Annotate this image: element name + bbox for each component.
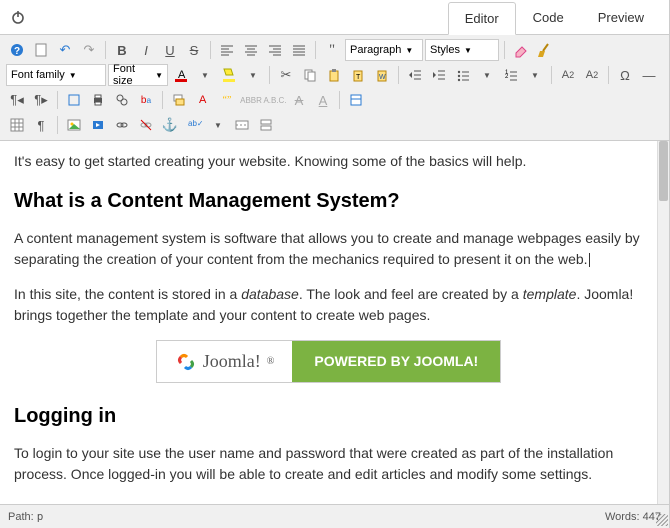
bold-button[interactable]: B <box>111 39 133 61</box>
text-cursor <box>589 253 590 267</box>
ollist-caret-icon[interactable]: ▼ <box>524 64 546 86</box>
ullist-caret-icon[interactable]: ▼ <box>476 64 498 86</box>
layer-icon[interactable] <box>168 89 190 111</box>
del-icon[interactable]: A <box>288 89 310 111</box>
paste-icon[interactable] <box>323 64 345 86</box>
view-tabs: Editor Code Preview <box>448 0 661 34</box>
italic-button[interactable]: I <box>135 39 157 61</box>
joomla-logo-text: Joomla! <box>203 348 261 375</box>
blockquote-icon[interactable]: " <box>321 39 343 61</box>
fontsize-value: Font size <box>113 63 151 87</box>
hr-icon[interactable]: — <box>638 64 660 86</box>
superscript-icon[interactable]: A2 <box>581 64 603 86</box>
readmore-icon[interactable] <box>231 114 253 136</box>
resize-grip[interactable] <box>656 514 668 526</box>
svg-text:T: T <box>356 74 361 81</box>
power-button[interactable] <box>8 7 28 27</box>
anchor-icon[interactable]: ⚓ <box>159 114 181 136</box>
cut-icon[interactable]: ✂ <box>275 64 297 86</box>
copy-icon[interactable] <box>299 64 321 86</box>
underline-button[interactable]: U <box>159 39 181 61</box>
svg-text:2: 2 <box>505 74 509 80</box>
joomla-logo: Joomla!® <box>157 341 293 382</box>
help-icon[interactable]: ? <box>6 39 28 61</box>
content-paragraph[interactable]: It's easy to get started creating your w… <box>14 151 643 172</box>
spellcheck-icon[interactable]: ab✓ <box>183 114 205 136</box>
image-icon[interactable] <box>63 114 85 136</box>
spellcheck-caret-icon[interactable]: ▼ <box>207 114 229 136</box>
status-bar: Path: p Words: 447 <box>0 504 669 528</box>
subscript-icon[interactable]: A2 <box>557 64 579 86</box>
align-left-icon[interactable] <box>216 39 238 61</box>
styles-select[interactable]: Styles▼ <box>425 39 499 61</box>
unlink-icon[interactable] <box>135 114 157 136</box>
svg-text:A: A <box>199 94 207 106</box>
find-icon[interactable] <box>111 89 133 111</box>
indent-icon[interactable] <box>428 64 450 86</box>
ltr-icon[interactable]: ¶◂ <box>6 89 28 111</box>
content-paragraph[interactable]: To login to your site use the user name … <box>14 443 643 485</box>
svg-text:W: W <box>379 74 386 81</box>
media-icon[interactable] <box>87 114 109 136</box>
styles-select-value: Styles <box>430 44 460 56</box>
svg-text:?: ? <box>14 46 20 57</box>
replace-icon[interactable]: ba <box>135 89 157 111</box>
ullist-icon[interactable] <box>452 64 474 86</box>
joomla-powered-label: POWERED BY JOOMLA! <box>292 341 500 382</box>
newdoc-icon[interactable] <box>30 39 52 61</box>
tab-preview[interactable]: Preview <box>581 1 661 34</box>
forecolor-caret-icon[interactable]: ▼ <box>194 64 216 86</box>
hilite-icon[interactable] <box>218 64 240 86</box>
svg-text:ab✓: ab✓ <box>188 119 202 128</box>
heading-cms[interactable]: What is a Content Management System? <box>14 186 643 216</box>
word-count: Words: 447 <box>605 511 661 523</box>
forecolor2-icon[interactable]: A <box>192 89 214 111</box>
scrollbar-thumb[interactable] <box>659 141 668 201</box>
content-paragraph[interactable]: In this site, the content is stored in a… <box>14 284 643 326</box>
redo-icon[interactable]: ↷ <box>78 39 100 61</box>
undo-icon[interactable]: ↶ <box>54 39 76 61</box>
heading-logging-in[interactable]: Logging in <box>14 401 643 431</box>
tab-code[interactable]: Code <box>516 1 581 34</box>
hilite-caret-icon[interactable]: ▼ <box>242 64 264 86</box>
acronym-icon[interactable]: A.B.C. <box>264 89 286 111</box>
specialchar-icon[interactable]: Ω <box>614 64 636 86</box>
align-justify-icon[interactable] <box>288 39 310 61</box>
editor-content[interactable]: It's easy to get started creating your w… <box>0 141 657 504</box>
eraser-icon[interactable] <box>510 39 532 61</box>
paste-text-icon[interactable]: T <box>347 64 369 86</box>
link-icon[interactable] <box>111 114 133 136</box>
format-select-value: Paragraph <box>350 44 401 56</box>
ins-icon[interactable]: A <box>312 89 334 111</box>
template-icon[interactable] <box>345 89 367 111</box>
abbr-icon[interactable]: ABBR <box>240 89 262 111</box>
strike-button[interactable]: S <box>183 39 205 61</box>
removeformat-icon[interactable]: “” <box>216 89 238 111</box>
outdent-icon[interactable] <box>404 64 426 86</box>
path-display[interactable]: Path: p <box>8 510 43 523</box>
print-icon[interactable] <box>87 89 109 111</box>
toolbar: ? ↶ ↷ B I U S " Paragraph▼ Styles▼ Font … <box>0 34 669 141</box>
joomla-banner[interactable]: Joomla!® POWERED BY JOOMLA! <box>14 340 643 383</box>
format-select[interactable]: Paragraph▼ <box>345 39 423 61</box>
table-icon[interactable] <box>6 114 28 136</box>
tab-editor[interactable]: Editor <box>448 2 516 35</box>
paste-word-icon[interactable]: W <box>371 64 393 86</box>
fullscreen-icon[interactable] <box>63 89 85 111</box>
fontsize-select[interactable]: Font size▼ <box>108 64 168 86</box>
scrollbar[interactable] <box>657 141 669 504</box>
fontfamily-select[interactable]: Font family▼ <box>6 64 106 86</box>
rtl-icon[interactable]: ¶▸ <box>30 89 52 111</box>
ollist-icon[interactable]: 12 <box>500 64 522 86</box>
align-right-icon[interactable] <box>264 39 286 61</box>
content-paragraph[interactable]: A content management system is software … <box>14 228 643 270</box>
broom-icon[interactable] <box>534 39 556 61</box>
pagebreak-icon[interactable] <box>255 114 277 136</box>
forecolor-icon[interactable]: A <box>170 64 192 86</box>
fontfamily-value: Font family <box>11 69 65 81</box>
align-center-icon[interactable] <box>240 39 262 61</box>
showblocks-icon[interactable]: ¶ <box>30 114 52 136</box>
